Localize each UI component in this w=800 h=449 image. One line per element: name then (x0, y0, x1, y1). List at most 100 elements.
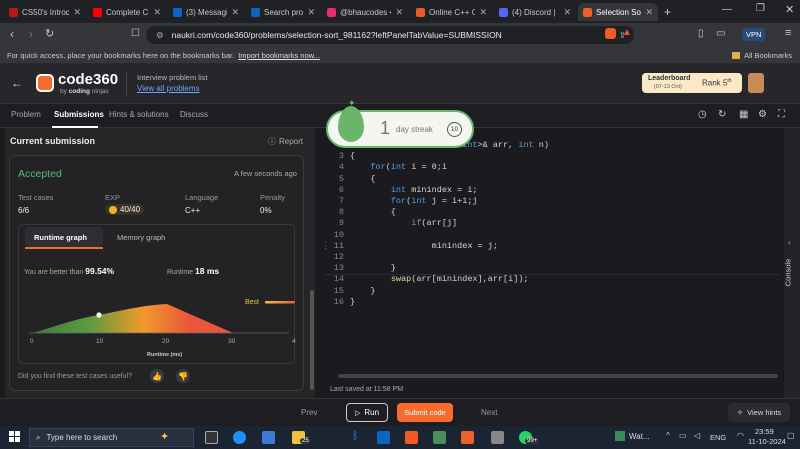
minimize-icon[interactable]: — (722, 4, 732, 15)
leaderboard-badge[interactable]: Leaderboard (07-13 Oct) Rank 5th (642, 73, 742, 93)
code-line[interactable]: swap(arr[minindex],arr[i]); (350, 274, 529, 284)
tab-hints[interactable]: Hints & solutions (109, 110, 169, 119)
store-icon[interactable] (262, 431, 275, 444)
volume-icon[interactable]: ◁ (694, 431, 700, 440)
bluetooth-icon[interactable]: ᛒ (352, 430, 359, 442)
editor-h-scrollbar[interactable] (338, 374, 778, 378)
fullscreen-icon[interactable]: ⛶ (778, 109, 785, 120)
task-view-icon[interactable] (205, 431, 218, 444)
tray-chevron-icon[interactable]: ^ (666, 431, 670, 440)
browser-tab[interactable]: @bhaucodes • In ✕ (322, 3, 408, 21)
brave-icon[interactable] (405, 431, 418, 444)
weather-widget[interactable]: Wat... (615, 431, 650, 441)
linkedin-icon[interactable] (377, 431, 390, 444)
code-editor[interactable]: tor<int>& arr, int n)3{4 for(int i = 0;i… (321, 128, 800, 398)
edge-icon[interactable] (233, 431, 246, 444)
url-text: naukri.com/code360/problems/selection-so… (171, 30, 502, 40)
tab-submissions[interactable]: Submissions (54, 110, 104, 119)
new-tab-icon[interactable]: + (664, 5, 671, 19)
tab-close-icon[interactable]: ✕ (73, 7, 81, 18)
notification-icon[interactable]: ▢ (787, 431, 795, 440)
tab-close-icon[interactable]: ✕ (231, 7, 239, 18)
back-arrow-icon[interactable]: ← (11, 76, 23, 90)
line-number: 9 (338, 218, 344, 229)
run-button[interactable]: ▷ Run (346, 403, 388, 422)
code-line[interactable]: if(arr[j] (350, 218, 457, 228)
brave-shield-icon[interactable] (605, 28, 616, 39)
avatar[interactable] (748, 73, 764, 93)
view-all-problems-link[interactable]: View all problems (137, 84, 200, 93)
code-line[interactable]: for(int i = 0;i (350, 162, 447, 172)
code-line[interactable]: int minindex = i; (350, 185, 478, 195)
forward-icon[interactable]: › (29, 27, 33, 41)
rewards-icon[interactable]: ▲ (622, 27, 632, 38)
tab-runtime-graph[interactable]: Runtime graph (34, 233, 87, 242)
next-button[interactable]: Next (481, 408, 497, 417)
left-panel-scrollbar[interactable] (310, 290, 314, 390)
browser-tab[interactable]: Search professio✕ (246, 3, 320, 21)
browser-tab[interactable]: CS50's Introductio✕ (4, 3, 86, 21)
code-line[interactable]: { (350, 207, 396, 217)
url-bar[interactable]: ⚙ naukri.com/code360/problems/selection-… (146, 26, 634, 44)
all-bookmarks-button[interactable]: All Bookmarks (732, 51, 792, 60)
submit-code-button[interactable]: Submit code (397, 403, 453, 422)
layout-icon[interactable]: ▦ (739, 109, 748, 120)
windows-start-icon[interactable] (9, 431, 20, 442)
menu-icon[interactable]: ≡ (785, 27, 791, 39)
browser-tab[interactable]: Complete C++ Pl ✕ (88, 3, 166, 21)
reload-icon[interactable]: ↻ (45, 27, 54, 40)
taskbar-search[interactable]: ⌕ Type here to search (29, 428, 194, 447)
wallet-icon[interactable]: ▭ (716, 28, 725, 39)
tab-close-icon[interactable]: ✕ (479, 7, 487, 18)
code-line[interactable]: } (350, 286, 375, 296)
code-line[interactable]: } (350, 297, 355, 307)
streak-popup[interactable]: ✦ 1 day streak 10 (326, 98, 474, 148)
browser-tab[interactable]: (3) Messaging | L ✕ (168, 3, 244, 21)
site-info-icon[interactable]: ⚙ (156, 30, 164, 41)
reset-icon[interactable]: ↻ (718, 109, 726, 120)
tab-close-icon[interactable]: ✕ (395, 7, 403, 18)
notes-icon[interactable] (491, 431, 504, 444)
thumbs-up-icon[interactable]: 👍 (150, 369, 164, 383)
language-indicator[interactable]: ENG (710, 433, 726, 442)
panel-resize-handle[interactable]: ⋮ (321, 240, 330, 251)
settings-icon[interactable]: ⚙ (758, 109, 767, 120)
timer-icon[interactable]: ◷ (698, 109, 707, 120)
console-collapse-icon[interactable]: ‹ (788, 238, 791, 247)
bookmark-icon[interactable]: ☐ (131, 28, 140, 39)
app-icon[interactable] (433, 431, 446, 444)
console-side-panel[interactable]: ‹ Console (783, 128, 800, 398)
tab-problem[interactable]: Problem (11, 110, 41, 119)
view-hints-button[interactable]: ✧ View hints (728, 403, 790, 422)
tab-close-icon[interactable]: ✕ (153, 7, 161, 18)
clock-time[interactable]: 23:59 (755, 427, 774, 436)
tab-discuss[interactable]: Discuss (180, 110, 208, 119)
thumbs-down-icon[interactable]: 👎 (176, 369, 190, 383)
code-line[interactable]: { (350, 151, 355, 161)
codingninjas-icon[interactable] (461, 431, 474, 444)
import-bookmarks-link[interactable]: Import bookmarks now... (238, 51, 320, 60)
vpn-button[interactable]: VPN (742, 28, 766, 41)
code-line[interactable]: } (350, 263, 396, 273)
tab-close-icon[interactable]: ✕ (563, 7, 571, 18)
browser-tab[interactable]: Selection So ✕ (578, 3, 658, 21)
tab-memory-graph[interactable]: Memory graph (117, 233, 165, 242)
wifi-icon[interactable]: ◠ (737, 431, 744, 440)
sidebar-icon[interactable]: ▯ (698, 28, 704, 39)
clock-date[interactable]: 11-10-2024 (748, 437, 786, 446)
badge-count: 25 (300, 438, 311, 444)
code-line[interactable]: for(int j = i+1;j (350, 196, 478, 206)
tab-close-icon[interactable]: ✕ (645, 7, 653, 18)
maximize-icon[interactable]: ❐ (756, 3, 765, 14)
prev-button[interactable]: Prev (301, 408, 317, 417)
browser-tab[interactable]: (4) Discord | ✕ (494, 3, 576, 21)
report-button[interactable]: ⓘ Report (268, 136, 303, 147)
close-window-icon[interactable]: ✕ (785, 3, 794, 16)
battery-icon[interactable]: ▭ (679, 431, 687, 440)
browser-tab[interactable]: Online C++ Com✕ (411, 3, 492, 21)
code-line[interactable]: minindex = j; (350, 241, 498, 251)
back-icon[interactable]: ‹ (10, 27, 14, 41)
tab-close-icon[interactable]: ✕ (307, 7, 315, 18)
code-line[interactable]: { (350, 174, 375, 184)
feedback-question: Did you find these test cases useful? (18, 373, 133, 380)
